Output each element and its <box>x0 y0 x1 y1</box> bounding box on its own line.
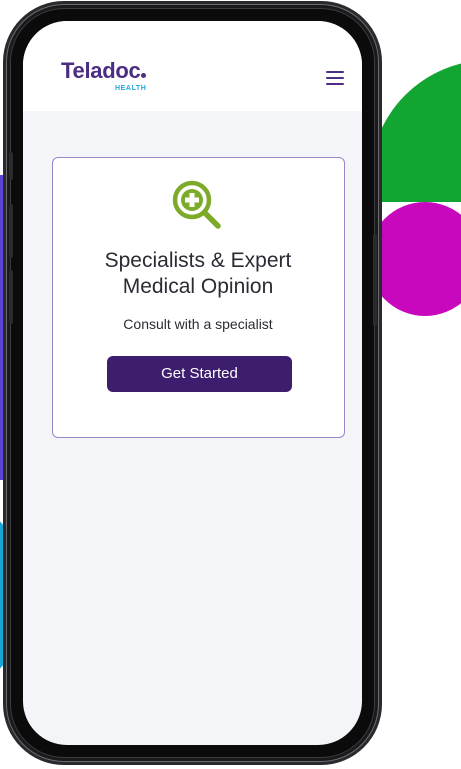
app-header: Teladoc HEALTH <box>23 21 362 111</box>
decorative-green-shape <box>370 60 461 202</box>
decorative-magenta-circle <box>368 202 461 316</box>
phone-volume-up-button <box>9 204 13 258</box>
hamburger-menu-icon[interactable] <box>326 71 344 85</box>
service-card: Specialists & Expert Medical Opinion Con… <box>52 157 345 438</box>
brand-logo-text: Teladoc <box>61 58 141 83</box>
phone-frame: Teladoc HEALTH Specialists & Expert Medi… <box>6 4 379 762</box>
phone-power-button <box>373 234 377 326</box>
brand-logo[interactable]: Teladoc <box>61 58 147 83</box>
brand-logo-dot <box>141 73 147 78</box>
page: Teladoc HEALTH Specialists & Expert Medi… <box>0 0 461 769</box>
menu-line <box>326 71 344 73</box>
get-started-button[interactable]: Get Started <box>107 356 292 392</box>
card-subtitle: Consult with a specialist <box>123 316 273 332</box>
phone-screen: Teladoc HEALTH Specialists & Expert Medi… <box>23 21 362 745</box>
magnifier-plus-icon <box>172 180 221 229</box>
menu-line <box>326 83 344 85</box>
phone-mute-switch <box>9 152 13 180</box>
phone-volume-down-button <box>9 270 13 324</box>
card-title: Specialists & Expert Medical Opinion <box>104 249 292 298</box>
brand-logo-subtitle: HEALTH <box>115 85 147 92</box>
menu-line <box>326 77 344 79</box>
